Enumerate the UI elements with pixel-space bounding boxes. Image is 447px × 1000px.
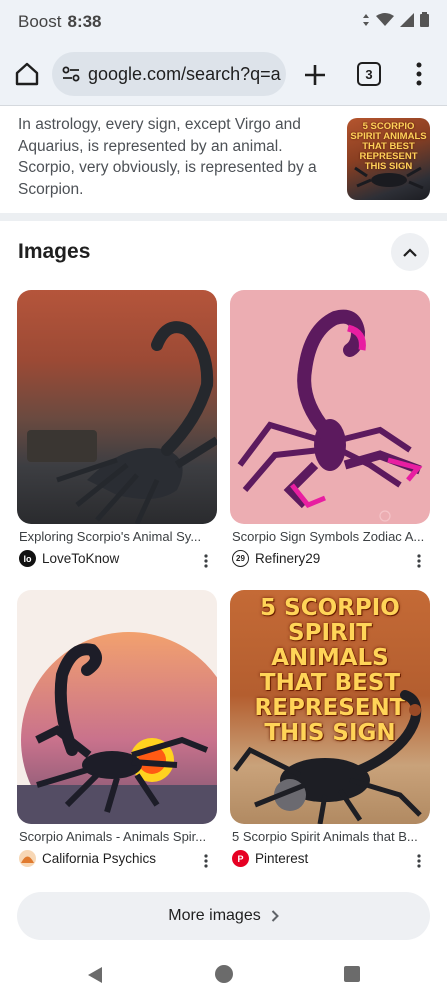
image-thumbnail[interactable]: 5 SCORPIO SPIRIT ANIMALS THAT BEST REPRE… xyxy=(230,590,430,824)
image-thumbnail[interactable] xyxy=(17,290,217,524)
more-vert-icon[interactable] xyxy=(412,60,426,88)
more-vert-icon[interactable] xyxy=(416,553,422,569)
image-source[interactable]: 29 Refinery29 xyxy=(232,550,320,567)
image-thumbnail[interactable] xyxy=(17,590,217,824)
refinery29-icon: 29 xyxy=(232,550,249,567)
source-name: LoveToKnow xyxy=(42,551,120,566)
status-bar: Boost 8:38 xyxy=(0,0,447,44)
source-name: California Psychics xyxy=(42,851,157,866)
address-bar[interactable]: google.com/search?q=a xyxy=(52,52,286,96)
chevron-up-icon xyxy=(403,247,417,257)
more-vert-icon[interactable] xyxy=(203,553,209,569)
more-vert-icon[interactable] xyxy=(416,853,422,869)
data-transfer-icon xyxy=(363,13,369,26)
lovetoknow-icon: lo xyxy=(19,550,36,567)
image-source[interactable]: California Psychics xyxy=(19,850,156,867)
image-thumbnail[interactable] xyxy=(230,290,430,524)
image-title[interactable]: 5 Scorpio Spirit Animals that B... xyxy=(232,829,430,844)
images-section-title: Images xyxy=(18,240,91,263)
clock: 8:38 xyxy=(67,12,102,31)
california-psychics-icon xyxy=(19,850,36,867)
scorpion-illustration xyxy=(237,309,423,522)
carrier-name: Boost xyxy=(18,12,62,31)
more-images-label: More images xyxy=(168,907,261,924)
more-images-button[interactable]: More images xyxy=(17,892,430,940)
section-separator xyxy=(0,213,447,221)
scorpion-photo xyxy=(27,321,217,524)
image-title[interactable]: Scorpio Animals - Animals Spir... xyxy=(19,829,217,844)
image-result-card[interactable]: Scorpio Animals - Animals Spir... Califo… xyxy=(17,590,217,868)
collapse-button[interactable] xyxy=(391,233,429,271)
image-source[interactable]: lo LoveToKnow xyxy=(19,550,119,567)
system-nav-bar xyxy=(0,950,447,1000)
site-settings-icon[interactable] xyxy=(62,66,80,82)
new-tab-icon[interactable] xyxy=(302,62,328,88)
source-name: Pinterest xyxy=(255,851,309,866)
image-result-card[interactable]: Exploring Scorpio's Animal Sy... lo Love… xyxy=(17,290,217,568)
recents-icon[interactable] xyxy=(344,966,360,982)
snippet-thumbnail[interactable]: 5 SCORPIO SPIRIT ANIMALS THAT BEST REPRE… xyxy=(347,118,430,200)
image-source[interactable]: P Pinterest xyxy=(232,850,308,867)
browser-toolbar: google.com/search?q=a 3 xyxy=(0,44,447,106)
result-snippet: In astrology, every sign, except Virgo a… xyxy=(18,116,317,198)
status-icons xyxy=(362,12,429,27)
scorpion-photo xyxy=(233,690,422,824)
source-name: Refinery29 xyxy=(255,551,321,566)
wifi-icon xyxy=(376,12,394,26)
image-result-card[interactable]: Scorpio Sign Symbols Zodiac A... 29 Refi… xyxy=(230,290,430,568)
image-result-card[interactable]: 5 SCORPIO SPIRIT ANIMALS THAT BEST REPRE… xyxy=(230,590,430,868)
home-nav-icon[interactable] xyxy=(215,965,233,983)
toolbar-divider xyxy=(0,105,447,106)
more-vert-icon[interactable] xyxy=(203,853,209,869)
scorpion-sunset-photo xyxy=(17,632,217,824)
chevron-right-icon xyxy=(271,910,279,922)
battery-icon xyxy=(420,12,429,27)
url-text[interactable]: google.com/search?q=a xyxy=(88,64,281,85)
image-title[interactable]: Scorpio Sign Symbols Zodiac A... xyxy=(232,529,430,544)
pinterest-icon: P xyxy=(232,850,249,867)
image-title[interactable]: Exploring Scorpio's Animal Sy... xyxy=(19,529,217,544)
scorpion-icon xyxy=(354,166,424,190)
tab-switcher-button[interactable]: 3 xyxy=(357,62,381,86)
back-icon[interactable] xyxy=(86,966,104,984)
home-icon[interactable] xyxy=(14,61,40,87)
signal-icon xyxy=(400,12,414,27)
